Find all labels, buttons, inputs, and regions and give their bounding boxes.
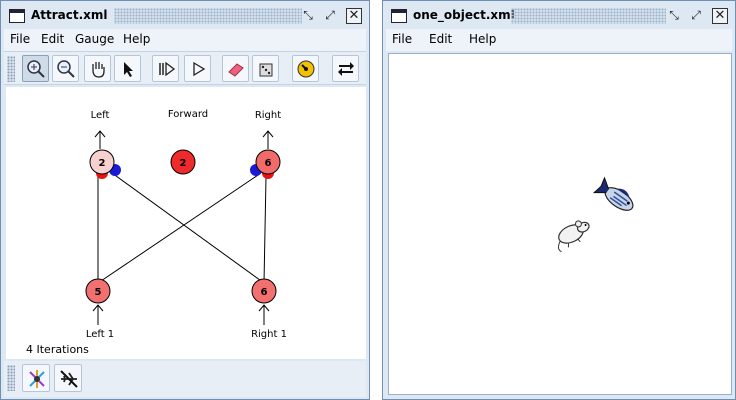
arrow-left1-in [92, 304, 104, 325]
node-right-label: Right [255, 110, 281, 121]
play-button[interactable] [184, 55, 211, 82]
dice-icon [259, 63, 273, 77]
world-canvas[interactable] [388, 53, 732, 395]
gauge-icon [297, 60, 315, 78]
mouse-icon [557, 220, 590, 253]
crossed-plane-icon [60, 370, 78, 388]
menu-help[interactable]: Help [469, 32, 496, 46]
edge-right1-left [111, 172, 265, 284]
window-title: one_object.xml [413, 8, 515, 22]
world-window-titlebar[interactable]: one_object.xml ⤡ ⤢ ✕ [386, 4, 732, 28]
randomize-button[interactable] [252, 55, 279, 82]
gauge-button[interactable] [292, 55, 319, 82]
no-plane-tool-button[interactable] [54, 364, 82, 392]
eraser-icon [228, 63, 244, 77]
node-left1-activation: 5 [95, 287, 102, 298]
zoom-out-icon [57, 60, 75, 78]
arrow-right-up [262, 130, 274, 149]
node-right-activation: 6 [265, 158, 272, 169]
network-tool-button[interactable] [22, 364, 50, 392]
play-icon [193, 61, 206, 77]
close-icon[interactable]: ✕ [712, 8, 728, 24]
maximize-icon[interactable]: ⤢ [322, 8, 338, 24]
fish-icon [592, 176, 634, 211]
network-graph[interactable]: 2 Left 2 Forward 6 Right 5 Left 1 6 Righ… [6, 87, 366, 359]
iterations-counter: 4 Iterations [26, 343, 89, 356]
close-icon[interactable]: ✕ [346, 8, 362, 24]
node-right1-label: Right 1 [251, 329, 287, 340]
world-window: one_object.xml ⤡ ⤢ ✕ File Edit Help [382, 0, 736, 400]
window-title: Attract.xml [31, 8, 108, 22]
maximize-icon[interactable]: ⤢ [688, 8, 704, 24]
menu-help[interactable]: Help [123, 32, 150, 46]
menu-gauge[interactable]: Gauge [75, 32, 114, 46]
iconify-icon[interactable]: ⤡ [300, 8, 316, 24]
arrow-left-up [94, 130, 106, 149]
arrow-cursor-icon [124, 62, 133, 77]
menu-file[interactable]: File [392, 32, 412, 46]
step-icon [159, 61, 176, 77]
node-forward-activation: 2 [180, 158, 187, 169]
menubar: File Edit Gauge Help [4, 29, 366, 51]
menubar: File Edit Help [386, 29, 732, 51]
node-left-activation: 2 [99, 158, 106, 169]
toolbar-grip[interactable] [7, 365, 15, 391]
select-button[interactable] [114, 55, 141, 82]
network-window: Attract.xml ⤡ ⤢ ✕ File Edit Gauge Help 2… [0, 0, 370, 400]
window-icon [391, 9, 407, 23]
sparkle-network-icon [29, 370, 45, 388]
swap-button[interactable] [332, 55, 359, 82]
node-right1-activation: 6 [261, 287, 268, 298]
node-forward-label: Forward [168, 109, 208, 120]
node-left-label: Left [91, 110, 110, 121]
zoom-in-button[interactable] [22, 55, 49, 82]
window-icon [9, 9, 25, 23]
swap-arrows-icon [338, 62, 354, 76]
edge-right1-right [263, 176, 267, 284]
hand-icon [92, 62, 105, 78]
menu-file[interactable]: File [10, 32, 30, 46]
pan-button[interactable] [84, 55, 111, 82]
iterate-button[interactable] [152, 55, 179, 82]
network-window-titlebar[interactable]: Attract.xml ⤡ ⤢ ✕ [4, 4, 366, 28]
menu-edit[interactable]: Edit [429, 32, 452, 46]
zoom-in-icon [27, 60, 45, 78]
world-view[interactable] [389, 54, 731, 394]
clear-button[interactable] [222, 55, 249, 82]
zoom-out-button[interactable] [52, 55, 79, 82]
arrow-right1-in [258, 304, 270, 325]
edge-left1-right [97, 172, 262, 284]
toolbar-grip[interactable] [7, 56, 15, 82]
bottom-toolbar [4, 361, 366, 397]
network-canvas[interactable]: 2 Left 2 Forward 6 Right 5 Left 1 6 Righ… [6, 87, 366, 359]
iconify-icon[interactable]: ⤡ [666, 8, 682, 24]
node-left1-label: Left 1 [86, 329, 114, 340]
menu-edit[interactable]: Edit [41, 32, 64, 46]
toolbar [4, 51, 366, 85]
